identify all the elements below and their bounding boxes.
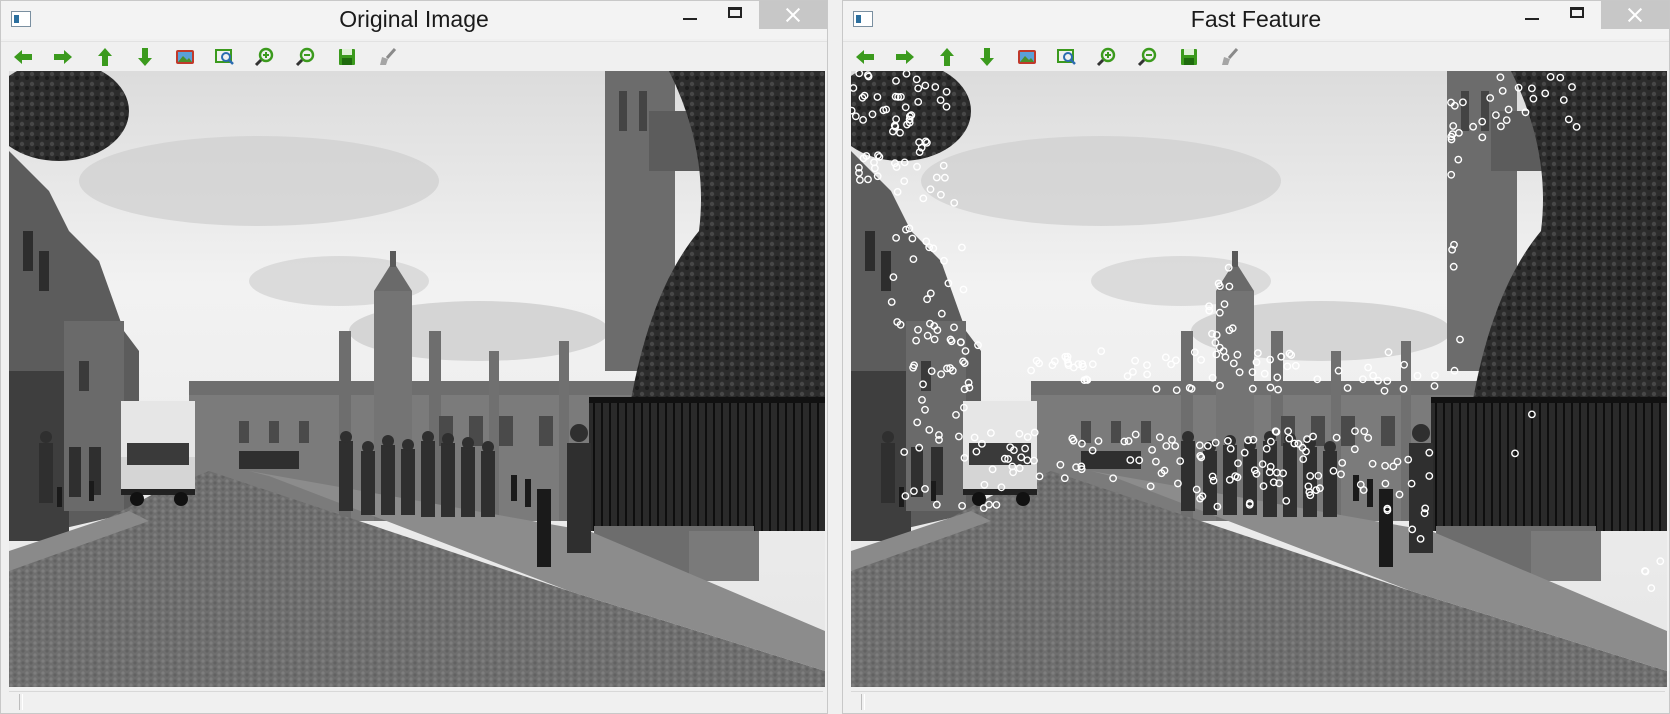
maximize-button[interactable] <box>1555 1 1601 29</box>
close-button[interactable] <box>1601 1 1669 29</box>
original-photo <box>9 71 825 687</box>
fast-feature-window: Fast Feature <box>842 0 1670 714</box>
brush-icon[interactable] <box>376 45 400 69</box>
title-bar[interactable]: Fast Feature <box>843 1 1669 39</box>
save-icon[interactable] <box>1177 45 1201 69</box>
arrow-down-icon[interactable] <box>133 45 157 69</box>
arrow-right-icon[interactable] <box>893 45 917 69</box>
zoom-fit-icon[interactable] <box>213 45 237 69</box>
status-bar <box>9 691 823 712</box>
original-image-window: Original Image <box>0 0 828 714</box>
minimize-button[interactable] <box>1509 1 1555 29</box>
arrow-right-icon[interactable] <box>51 45 75 69</box>
zoom-fit-icon[interactable] <box>1055 45 1079 69</box>
status-bar <box>851 691 1665 712</box>
arrow-up-icon[interactable] <box>935 45 959 69</box>
image-viewport[interactable] <box>851 71 1667 687</box>
zoom-in-icon[interactable] <box>253 45 277 69</box>
fast-feature-photo <box>851 71 1667 687</box>
image-icon[interactable] <box>1015 45 1039 69</box>
zoom-out-icon[interactable] <box>1136 45 1160 69</box>
arrow-left-icon[interactable] <box>853 45 877 69</box>
zoom-in-icon[interactable] <box>1095 45 1119 69</box>
zoom-out-icon[interactable] <box>294 45 318 69</box>
maximize-button[interactable] <box>713 1 759 29</box>
arrow-down-icon[interactable] <box>975 45 999 69</box>
image-icon[interactable] <box>173 45 197 69</box>
title-bar[interactable]: Original Image <box>1 1 827 39</box>
arrow-left-icon[interactable] <box>11 45 35 69</box>
save-icon[interactable] <box>335 45 359 69</box>
close-button[interactable] <box>759 1 827 29</box>
image-viewport[interactable] <box>9 71 825 687</box>
arrow-up-icon[interactable] <box>93 45 117 69</box>
minimize-button[interactable] <box>667 1 713 29</box>
toolbar <box>843 41 1669 72</box>
toolbar <box>1 41 827 72</box>
brush-icon[interactable] <box>1218 45 1242 69</box>
